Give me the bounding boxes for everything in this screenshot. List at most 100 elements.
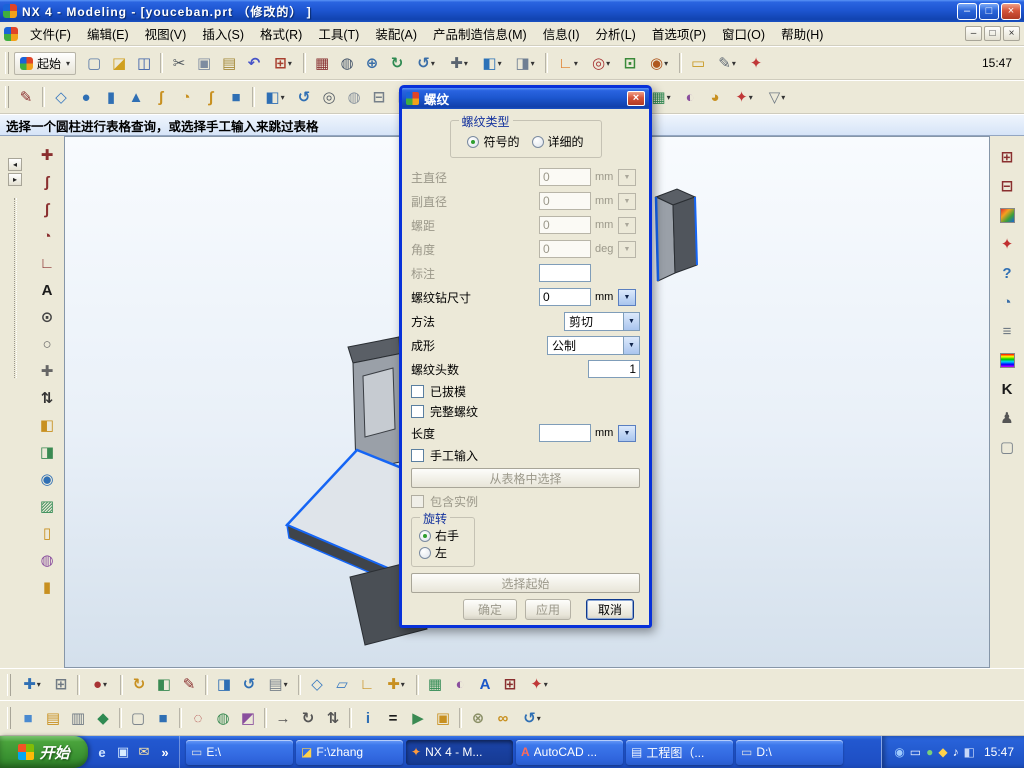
form-dropdown-arrow-icon[interactable]	[623, 336, 639, 354]
sheet-tools-icon[interactable]: ▤ ▾	[262, 673, 294, 697]
pocket-icon[interactable]: ⊟	[367, 85, 391, 109]
help-icon[interactable]: ?	[994, 260, 1020, 286]
color-palette-icon[interactable]	[994, 202, 1020, 228]
circle-tool-icon[interactable]: ○	[34, 331, 60, 357]
mail-icon[interactable]: ✉	[135, 743, 153, 761]
arc-tool-icon[interactable]: ◔	[34, 223, 60, 249]
dialog-close-button[interactable]: ×	[627, 91, 645, 106]
view-right-icon[interactable]: ▥	[66, 706, 90, 730]
menu-format[interactable]: 格式(R)	[252, 20, 310, 47]
options-mini-icon[interactable]: ✦ ▾	[523, 673, 555, 697]
expression-icon[interactable]: =	[381, 706, 405, 730]
maximize-button[interactable]: □	[979, 2, 999, 20]
rotate-view-icon[interactable]: ↺ ▾	[410, 51, 442, 75]
wireframe-display-icon[interactable]: ◨ ▾	[509, 51, 541, 75]
expand-tools-icon[interactable]: ⇅	[34, 385, 60, 411]
cut-icon[interactable]: ✂	[167, 51, 191, 75]
pattern-mini-icon[interactable]: ▦	[423, 673, 447, 697]
measure-distance-icon[interactable]: ▭	[686, 51, 710, 75]
dropdown-arrow-icon[interactable]: ▾	[281, 93, 285, 102]
curve-analysis-icon[interactable]: K	[994, 376, 1020, 402]
window-titlebar[interactable]: NX 4 - Modeling - [youceban.prt （修改的） ] …	[0, 0, 1024, 22]
hole-icon[interactable]: ◎	[317, 85, 341, 109]
journal-icon[interactable]: ▣	[431, 706, 455, 730]
show-desktop-icon[interactable]: ▣	[114, 743, 132, 761]
text-annotation-icon[interactable]: A	[473, 673, 497, 697]
assembly-navigator-icon[interactable]: ⊟	[994, 173, 1020, 199]
point-tool-icon[interactable]: ✚	[34, 358, 60, 384]
info-window-icon[interactable]: i	[356, 706, 380, 730]
view-top-icon[interactable]: ▤	[41, 706, 65, 730]
points-filter-icon[interactable]: ▽ ▾	[761, 85, 793, 109]
length-spinner[interactable]	[618, 424, 636, 442]
dock-collapse-icon[interactable]: ◂	[8, 158, 22, 171]
reuse-library-icon[interactable]: ✦	[994, 231, 1020, 257]
dropdown-arrow-icon[interactable]: ▾	[103, 680, 107, 689]
cancel-button[interactable]: 取消	[586, 599, 634, 620]
rainbow-strip-icon[interactable]	[994, 347, 1020, 373]
length-input[interactable]	[539, 424, 591, 442]
extrude-mini-icon[interactable]: ◨	[212, 673, 236, 697]
mdi-close-button[interactable]: ×	[1003, 26, 1020, 41]
cone-icon[interactable]: ▲	[124, 85, 148, 109]
mesh-surface-icon[interactable]: ▨	[34, 493, 60, 519]
studio-surface-icon[interactable]: ◍	[34, 547, 60, 573]
paste-icon[interactable]: ▤	[217, 51, 241, 75]
circle-center-icon[interactable]: ⊙	[34, 304, 60, 330]
volume-tray-icon[interactable]: ♪	[953, 745, 959, 759]
customize-wheel-icon[interactable]: ✦	[744, 51, 768, 75]
orient-csys-icon[interactable]: ∟ ▾	[552, 51, 584, 75]
hide-object-icon[interactable]: ◌	[186, 706, 210, 730]
taskbar-task-drawing[interactable]: ▤ 工程图（...	[626, 739, 733, 765]
start-menu-button[interactable]: 起始 ▾	[14, 51, 77, 75]
annotation-pencil-icon[interactable]: ✎ ▾	[711, 51, 743, 75]
ruled-surface-icon[interactable]: ◧	[34, 412, 60, 438]
pick-filter-icon[interactable]: ⊞ ▾	[267, 51, 299, 75]
mdi-restore-button[interactable]: □	[984, 26, 1001, 41]
move-object-icon[interactable]: →	[271, 706, 295, 730]
minimize-button[interactable]: –	[957, 2, 977, 20]
studio-spline-icon[interactable]: ʃ	[149, 85, 173, 109]
start-button[interactable]: 开始	[0, 736, 88, 768]
text-tool-icon[interactable]: A	[34, 277, 60, 303]
wireframe-mode-icon[interactable]: ▢	[126, 706, 150, 730]
helix-icon[interactable]: ∫	[199, 85, 223, 109]
roles-person-icon[interactable]: ♟	[994, 405, 1020, 431]
dropdown-arrow-icon[interactable]: ▾	[544, 680, 548, 689]
update-model-icon[interactable]: ↺ ▾	[516, 706, 548, 730]
zoom-in-out-icon[interactable]: ⊕	[360, 51, 384, 75]
shaded-mode-icon[interactable]: ■	[151, 706, 175, 730]
free-form-icon[interactable]: ◕	[703, 85, 727, 109]
taskbar-task-e-drive[interactable]: ▭ E:\	[186, 739, 293, 765]
blank-sheet-icon[interactable]: ▢	[994, 434, 1020, 460]
copy-icon[interactable]: ▣	[192, 51, 216, 75]
snap-options-icon[interactable]: ◎ ▾	[585, 51, 617, 75]
dropdown-arrow-icon[interactable]: ▾	[37, 680, 41, 689]
sketch-in-task-icon[interactable]: ✎	[177, 673, 201, 697]
chain-link-icon[interactable]: ∞	[491, 706, 515, 730]
more-chevron-icon[interactable]: »	[156, 743, 174, 761]
cylinder-icon[interactable]: ▮	[99, 85, 123, 109]
tapered-checkbox[interactable]: 已拔模	[411, 381, 640, 401]
dropdown-arrow-icon[interactable]: ▾	[464, 59, 468, 68]
block-icon[interactable]: ■	[224, 85, 248, 109]
point-constructor-icon[interactable]: ✚	[34, 142, 60, 168]
open-part-icon[interactable]: ◪	[107, 51, 131, 75]
dropdown-arrow-icon[interactable]: ▾	[288, 59, 292, 68]
dropdown-arrow-icon[interactable]: ▾	[401, 680, 405, 689]
dropdown-arrow-icon[interactable]: ▾	[537, 714, 541, 723]
tube-surface-icon[interactable]: ▮	[34, 574, 60, 600]
taskbar-task-nx[interactable]: ✦ NX 4 - M...	[406, 739, 513, 765]
rotation-radio-0[interactable]: 右手	[419, 527, 467, 544]
pan-view-icon[interactable]: ✚ ▾	[443, 51, 475, 75]
save-part-icon[interactable]: ◫	[132, 51, 156, 75]
csys-mini-icon[interactable]: ✚ ▾	[380, 673, 412, 697]
wave-link-icon[interactable]: ⊗	[466, 706, 490, 730]
boss-icon[interactable]: ◍	[342, 85, 366, 109]
starts-input[interactable]	[588, 360, 640, 378]
model-boss-part[interactable]	[654, 188, 698, 282]
dropdown-arrow-icon[interactable]: ▾	[667, 93, 671, 102]
menu-preferences[interactable]: 首选项(P)	[644, 20, 714, 47]
thread-type-radio-1[interactable]: 详细的	[531, 133, 584, 150]
mdi-minimize-button[interactable]: –	[965, 26, 982, 41]
